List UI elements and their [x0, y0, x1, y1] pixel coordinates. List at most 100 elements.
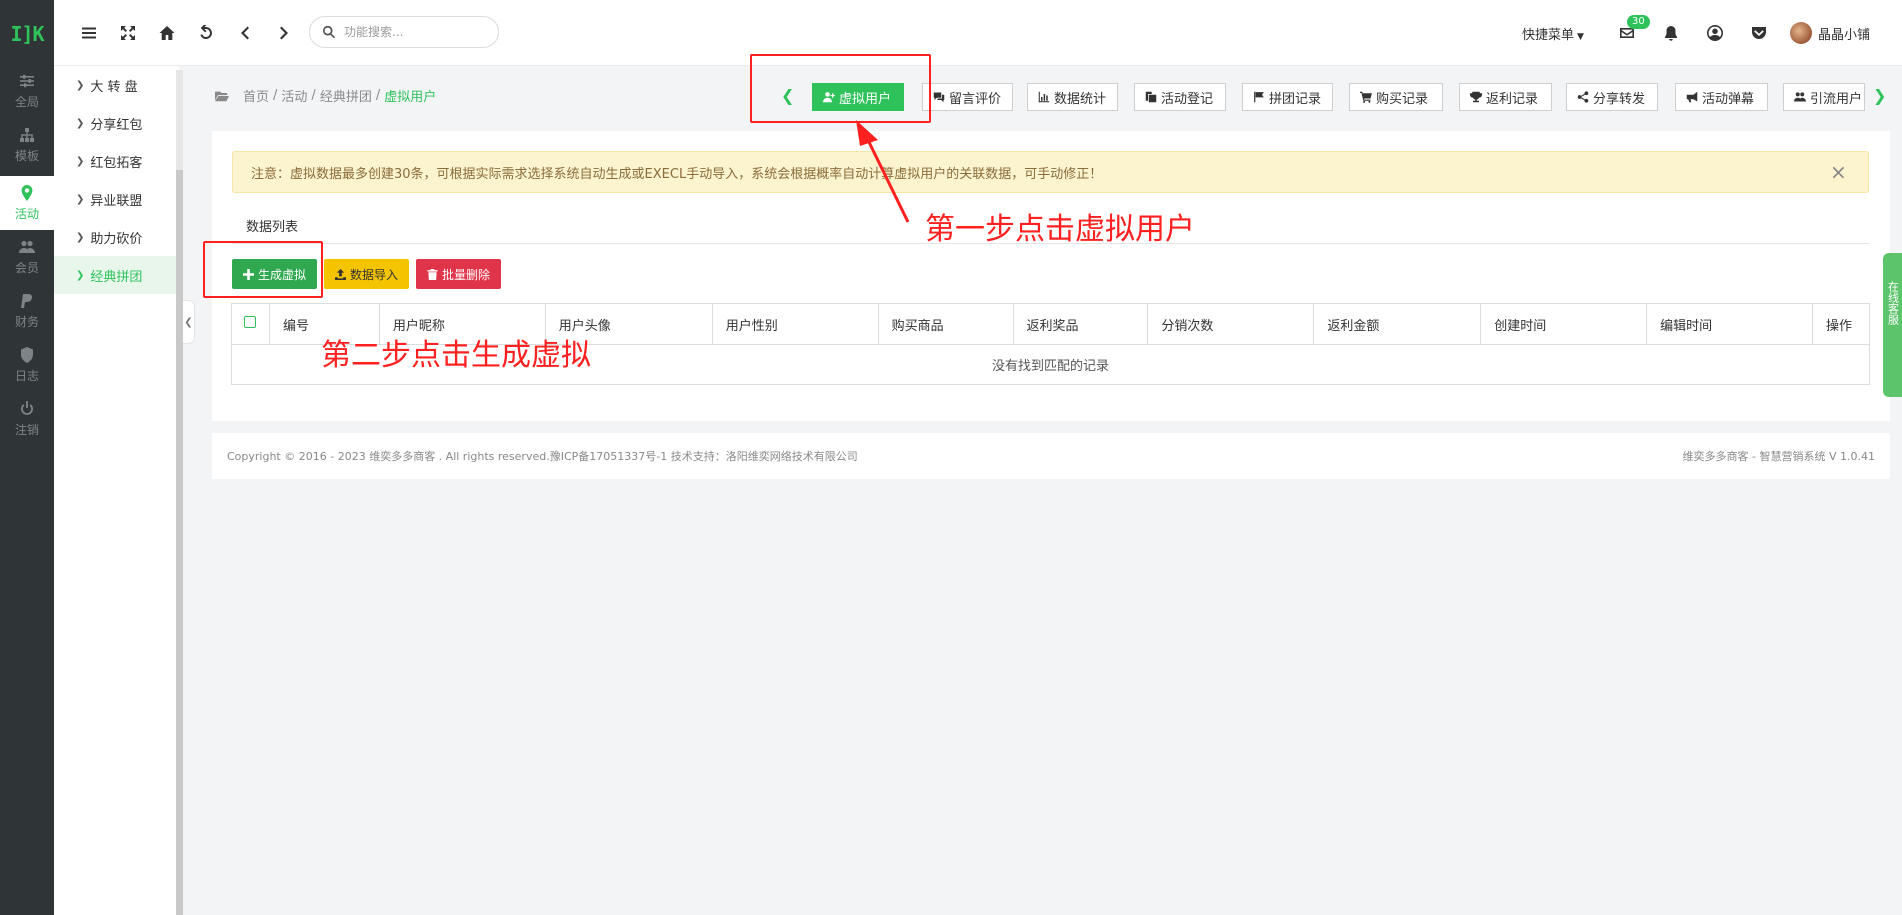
rail-item-template[interactable]: 模板: [0, 118, 54, 172]
trophy-icon: [1470, 91, 1482, 103]
fullscreen-button[interactable]: [115, 20, 141, 46]
tab-label: 购买记录: [1376, 91, 1429, 107]
hamburger-icon: [82, 27, 96, 39]
column-header: 操作: [1812, 303, 1870, 345]
rail-item-label: 日志: [14, 368, 39, 383]
submenu-item-alliance[interactable]: ❯ 异业联盟: [54, 180, 179, 218]
tab-group-records[interactable]: 拼团记录: [1242, 83, 1333, 111]
forward-button[interactable]: [271, 20, 297, 46]
service-label: 在线客服: [1886, 281, 1900, 325]
tab-statistics[interactable]: 数据统计: [1027, 83, 1118, 111]
tab-danmaku[interactable]: 活动弹幕: [1675, 83, 1768, 111]
chevron-right-icon: ❯: [76, 155, 85, 167]
activity-submenu: ❯ 大 转 盘 ❯ 分享红包 ❯ 红包拓客 ❯ 异业联盟 ❯ 助力砍价 ❯ 经典拼团: [54, 66, 179, 915]
quick-menu-label: 快捷菜单: [1522, 28, 1575, 43]
button-label: 批量删除: [442, 267, 491, 282]
tab-traffic-users[interactable]: 引流用户: [1783, 83, 1865, 111]
sliders-icon: [20, 74, 34, 87]
annotation-step1-text: 第一步点击虚拟用户: [925, 212, 1195, 247]
copy-icon: [1145, 91, 1157, 103]
rail-item-global[interactable]: 全局: [0, 64, 54, 118]
home-button[interactable]: [154, 20, 180, 46]
import-data-button[interactable]: 数据导入: [324, 259, 410, 289]
tab-rebate-records[interactable]: 返利记录: [1459, 83, 1552, 111]
rail-item-logs[interactable]: 日志: [0, 338, 54, 392]
submenu-item-share-red-packet[interactable]: ❯ 分享红包: [54, 104, 179, 142]
select-all-checkbox[interactable]: [244, 316, 256, 328]
annotation-box-step1: [750, 54, 931, 123]
bell-icon: [1665, 26, 1677, 41]
column-header[interactable]: 创建时间: [1480, 303, 1648, 345]
search-input[interactable]: [344, 25, 484, 39]
tab-registration[interactable]: 活动登记: [1134, 83, 1226, 111]
tabs-scroll-right-button[interactable]: ❯: [1873, 86, 1886, 105]
rail-item-members[interactable]: 会员: [0, 230, 54, 284]
tab-comments[interactable]: 留言评价: [922, 83, 1013, 111]
column-header[interactable]: 编辑时间: [1646, 303, 1813, 345]
column-header[interactable]: 返利奖品: [1013, 303, 1149, 345]
column-header[interactable]: 返利金额: [1313, 303, 1482, 345]
submenu-item-wheel[interactable]: ❯ 大 转 盘: [54, 66, 179, 104]
tab-label: 活动登记: [1161, 91, 1214, 107]
user-circle-icon: [1707, 25, 1723, 41]
users-icon: [19, 240, 35, 253]
search-icon: [323, 25, 336, 39]
submenu-scrollbar-thumb[interactable]: [176, 170, 183, 915]
chevron-right-icon: ❯: [76, 117, 85, 129]
main-sidebar: I]K 全局 模板 活动 会员 财务 日志 注销: [0, 0, 54, 915]
column-header[interactable]: 用户性别: [712, 303, 879, 345]
pocket-button[interactable]: [1746, 20, 1772, 46]
breadcrumb-separator: /: [311, 88, 316, 103]
button-label: 数据导入: [350, 267, 399, 282]
function-search[interactable]: [309, 16, 499, 48]
notifications-button[interactable]: [1658, 20, 1684, 46]
comments-icon: [933, 92, 945, 103]
bullhorn-icon: [1686, 91, 1698, 103]
column-header[interactable]: 分销次数: [1147, 303, 1315, 345]
notice-close-button[interactable]: ×: [1830, 160, 1847, 184]
submenu-item-red-packet-acquisition[interactable]: ❯ 红包拓客: [54, 142, 179, 180]
rail-item-finance[interactable]: 财务: [0, 284, 54, 338]
quick-menu-dropdown[interactable]: 快捷菜单 ▼: [1522, 24, 1584, 43]
column-header[interactable]: 购买商品: [878, 303, 1014, 345]
top-header: 快捷菜单▼ 30 晶晶小铺: [54, 0, 1902, 66]
submenu-label: 助力砍价: [90, 231, 143, 247]
tab-label: 活动弹幕: [1702, 91, 1755, 107]
breadcrumb-separator: /: [375, 88, 381, 103]
tab-purchase-records[interactable]: 购买记录: [1349, 83, 1443, 111]
menu-toggle-button[interactable]: [76, 20, 102, 46]
refresh-button[interactable]: [193, 20, 219, 46]
rail-item-label: 活动: [14, 206, 39, 221]
tab-share[interactable]: 分享转发: [1566, 83, 1658, 111]
chevron-right-icon: ❯: [76, 193, 85, 205]
sidebar-collapse-toggle[interactable]: ❮: [183, 300, 195, 344]
tab-label: 数据统计: [1054, 91, 1107, 107]
tab-label: 分享转发: [1593, 91, 1646, 107]
batch-delete-button[interactable]: 批量删除: [416, 259, 502, 289]
chevron-right-icon: ❯: [76, 79, 85, 91]
submenu-item-group-buy[interactable]: ❯ 经典拼团: [54, 256, 179, 294]
rail-item-label: 财务: [14, 314, 39, 329]
submenu-label: 红包拓客: [90, 155, 143, 171]
pocket-icon: [1752, 27, 1766, 39]
caret-down-icon: ▼: [1577, 32, 1584, 42]
online-service-tab[interactable]: 在线客服: [1883, 253, 1902, 397]
select-all-cell: [231, 303, 270, 345]
user-menu[interactable]: 晶晶小铺: [1790, 22, 1870, 44]
rail-item-activity[interactable]: 活动: [0, 176, 54, 230]
profile-button[interactable]: [1702, 20, 1728, 46]
tab-label: 返利记录: [1486, 91, 1539, 107]
breadcrumb-current: 虚拟用户: [384, 90, 437, 105]
annotation-step2-text: 第二步点击生成虚拟: [321, 338, 591, 373]
back-button[interactable]: [232, 20, 258, 46]
submenu-item-bargain[interactable]: ❯ 助力砍价: [54, 218, 179, 256]
breadcrumb-group-buy[interactable]: 经典拼团: [320, 86, 372, 105]
avatar: [1790, 22, 1812, 44]
paypal-icon: [21, 293, 33, 308]
breadcrumb-activity[interactable]: 活动: [281, 86, 307, 105]
breadcrumb-home[interactable]: 首页: [243, 86, 269, 105]
tab-data-list[interactable]: 数据列表: [246, 216, 298, 235]
rail-item-label: 模板: [14, 148, 39, 163]
rail-item-logout[interactable]: 注销: [0, 392, 54, 446]
username: 晶晶小铺: [1818, 27, 1871, 43]
